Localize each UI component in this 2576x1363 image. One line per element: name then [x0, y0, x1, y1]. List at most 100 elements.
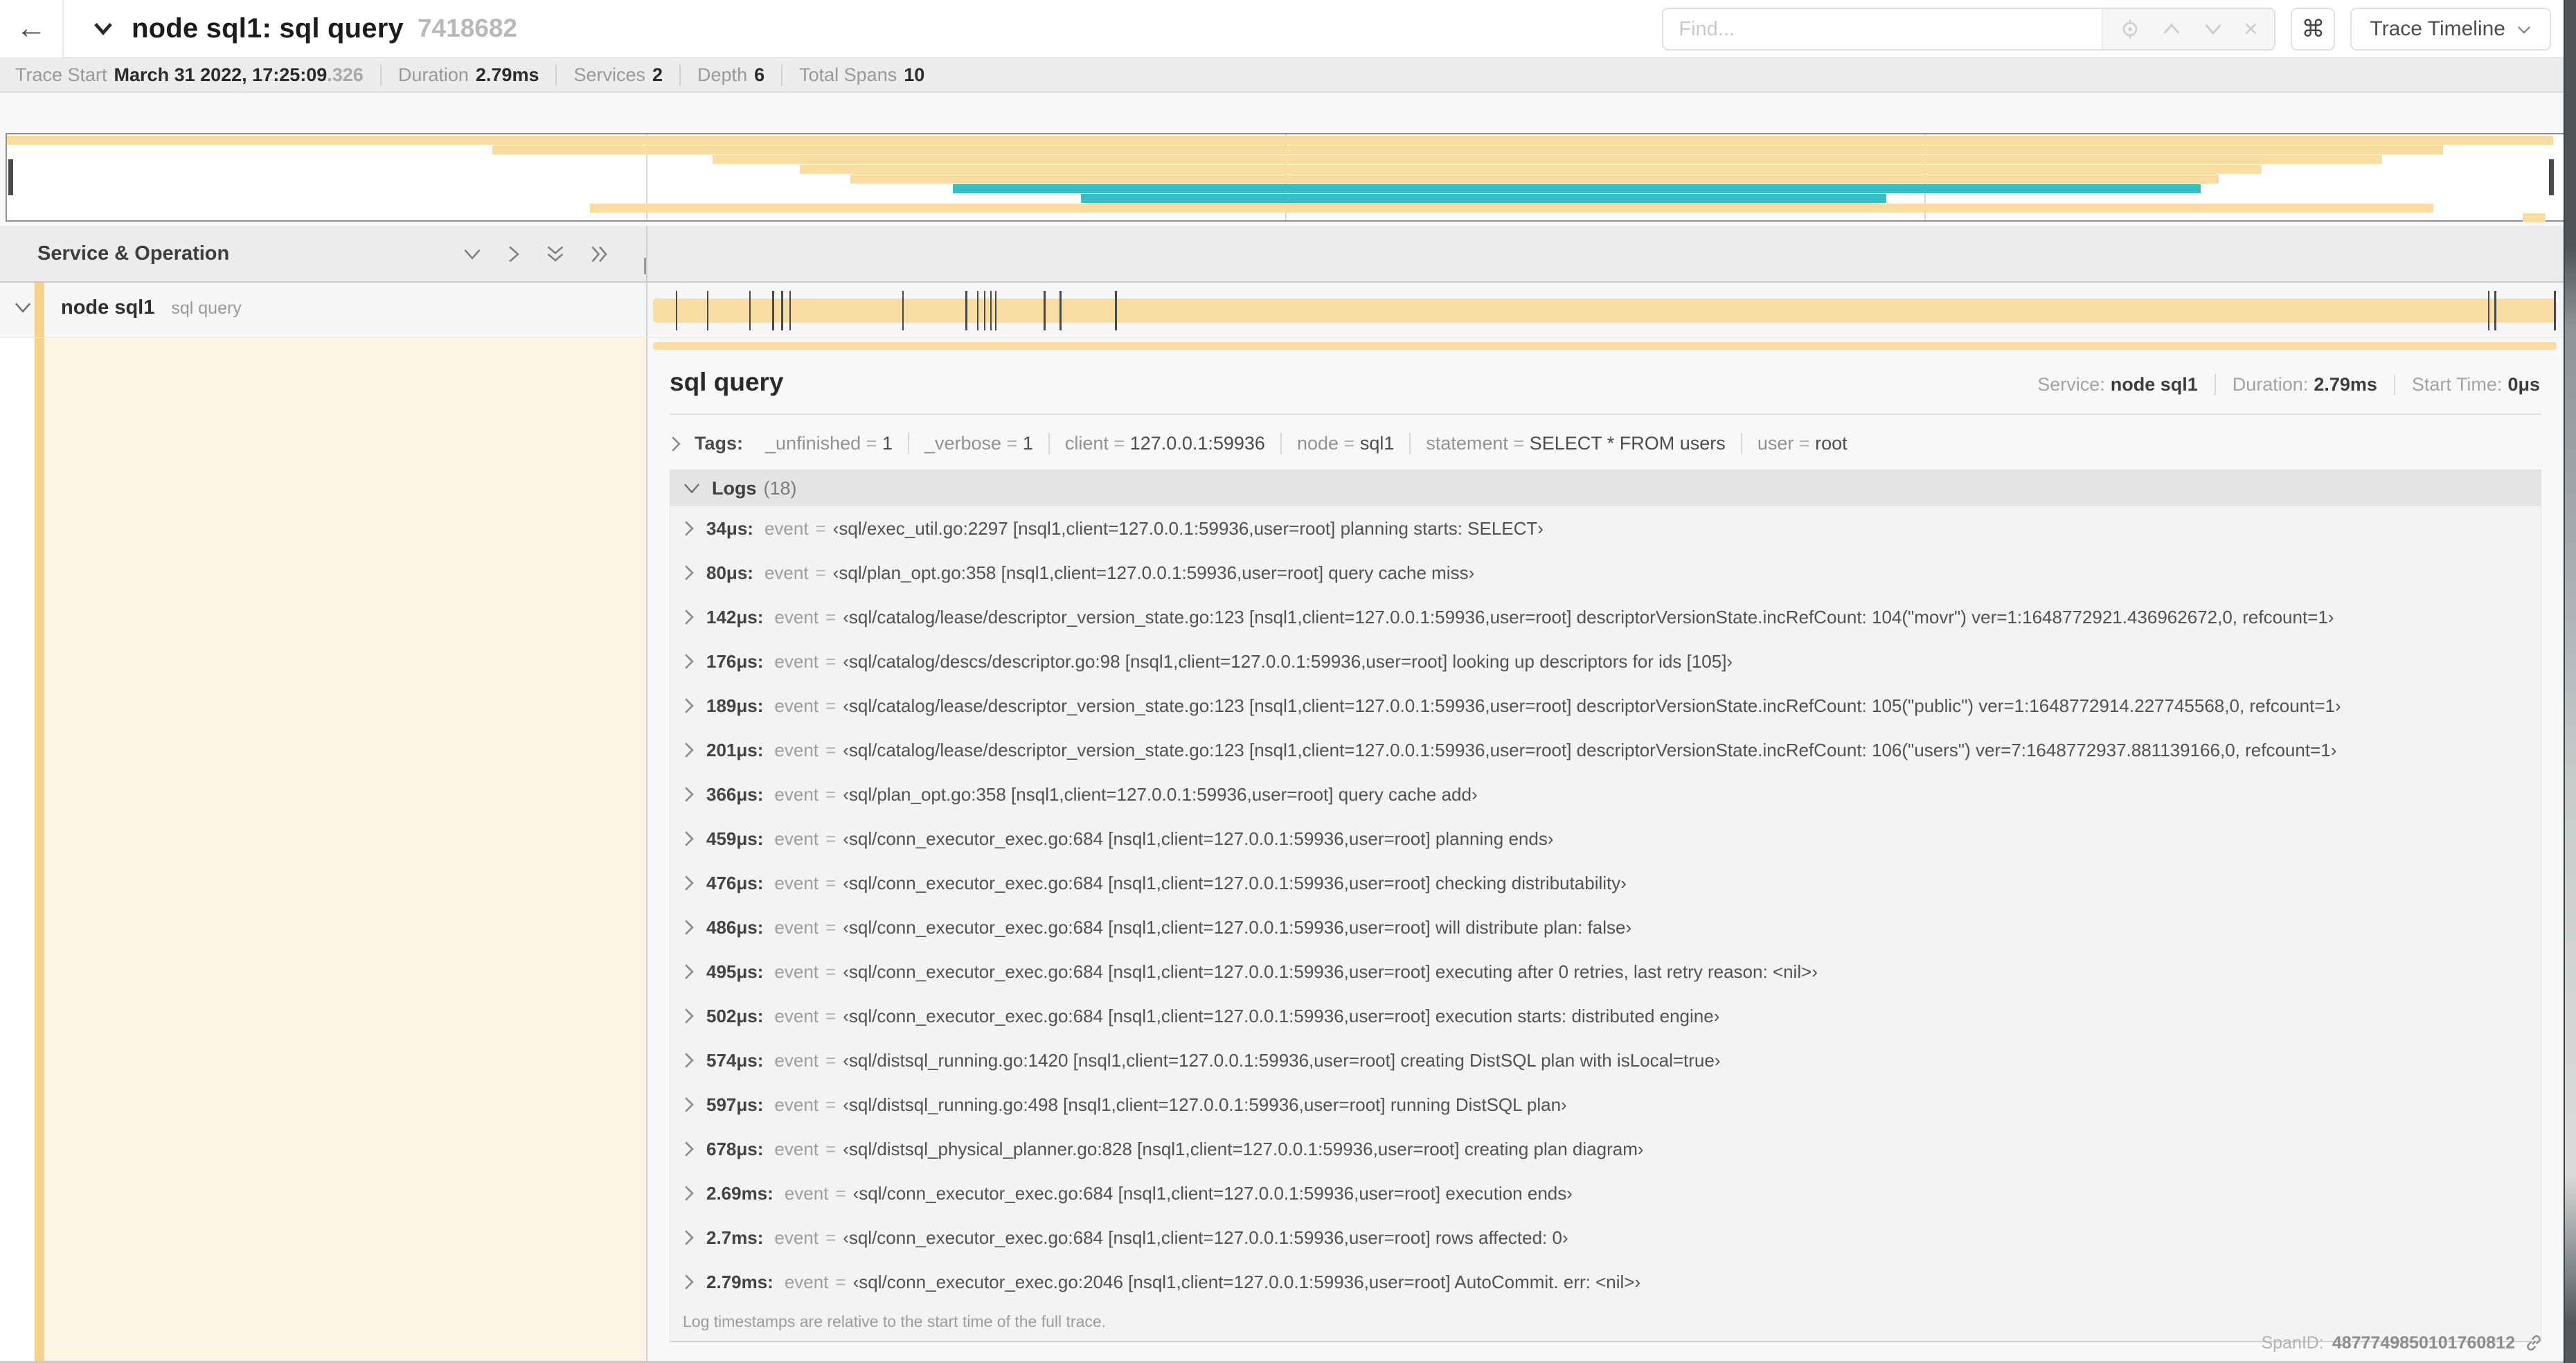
- log-marker-tick: [749, 291, 751, 330]
- minimap-span-bar: [953, 184, 2201, 193]
- log-marker-tick: [675, 291, 678, 330]
- chevron-right-icon[interactable]: [683, 918, 695, 936]
- minimap-span-bar: [1080, 194, 1886, 203]
- detail-meta-item: Service: node sql1: [2021, 374, 2216, 395]
- log-row[interactable]: 486μs: event = ‹sql/conn_executor_exec.g…: [670, 905, 2541, 950]
- minimap-span-bar: [850, 175, 2219, 184]
- span-timeline-cell: [646, 283, 2564, 338]
- log-row[interactable]: 495μs: event = ‹sql/conn_executor_exec.g…: [670, 950, 2541, 994]
- detail-meta-item: Duration: 2.79ms: [2216, 374, 2395, 395]
- chevron-right-icon[interactable]: [683, 963, 695, 981]
- chevron-right-icon[interactable]: [683, 830, 695, 848]
- scrollbar[interactable]: [2564, 0, 2576, 1363]
- tag-item[interactable]: client = 127.0.0.1:59936: [1050, 433, 1282, 454]
- expand-one-icon[interactable]: [506, 244, 521, 265]
- chevron-right-icon[interactable]: [683, 1007, 695, 1025]
- log-marker-tick: [772, 291, 774, 330]
- log-row[interactable]: 574μs: event = ‹sql/distsql_running.go:1…: [670, 1038, 2541, 1083]
- back-button[interactable]: ←: [0, 0, 64, 57]
- trace-title-group[interactable]: node sql1: sql query 7418682: [90, 13, 517, 44]
- log-row[interactable]: 597μs: event = ‹sql/distsql_running.go:4…: [670, 1083, 2541, 1127]
- log-row[interactable]: 80μs: event = ‹sql/plan_opt.go:358 [nsql…: [670, 551, 2541, 595]
- span-duration-bar[interactable]: [653, 291, 2557, 330]
- log-row[interactable]: 459μs: event = ‹sql/conn_executor_exec.g…: [670, 817, 2541, 861]
- chevron-right-icon[interactable]: [683, 1273, 695, 1291]
- match-highlight-icon[interactable]: [2120, 19, 2140, 39]
- log-row[interactable]: 176μs: event = ‹sql/catalog/descs/descri…: [670, 639, 2541, 684]
- log-row[interactable]: 678μs: event = ‹sql/distsql_physical_pla…: [670, 1127, 2541, 1171]
- chevron-right-icon[interactable]: [683, 564, 695, 582]
- chevron-down-icon[interactable]: [90, 15, 116, 42]
- log-marker-tick: [976, 291, 979, 330]
- span-service-name[interactable]: node sql1 sql query: [61, 296, 242, 319]
- log-row[interactable]: 476μs: event = ‹sql/conn_executor_exec.g…: [670, 861, 2541, 905]
- chevron-right-icon[interactable]: [683, 1096, 695, 1114]
- collapse-one-icon[interactable]: [462, 247, 483, 262]
- trace-info-item: Depth 6: [681, 64, 783, 86]
- expand-all-icon[interactable]: [589, 244, 610, 265]
- log-row[interactable]: 2.7ms: event = ‹sql/conn_executor_exec.g…: [670, 1215, 2541, 1260]
- tag-item[interactable]: _unfinished = 1: [750, 433, 909, 454]
- minimap-span-bar: [799, 165, 2262, 174]
- minimap-canvas[interactable]: [6, 133, 2565, 222]
- chevron-right-icon[interactable]: [683, 519, 695, 537]
- log-row[interactable]: 189μs: event = ‹sql/catalog/lease/descri…: [670, 684, 2541, 728]
- log-row[interactable]: 201μs: event = ‹sql/catalog/lease/descri…: [670, 728, 2541, 772]
- tag-item[interactable]: _verbose = 1: [909, 433, 1050, 454]
- chevron-right-icon[interactable]: [683, 1229, 695, 1247]
- chevron-right-icon[interactable]: [683, 1051, 695, 1069]
- chevron-right-icon[interactable]: [683, 741, 695, 759]
- view-selector-label: Trace Timeline: [2370, 17, 2505, 40]
- log-row[interactable]: 2.79ms: event = ‹sql/conn_executor_exec.…: [670, 1260, 2541, 1304]
- span-detail-panel: sql query Service: node sql1 Duration: 2.79…: [646, 338, 2564, 1363]
- log-marker-tick: [1044, 291, 1046, 330]
- link-icon[interactable]: [2523, 1333, 2544, 1353]
- log-marker-tick: [706, 291, 709, 330]
- tag-item[interactable]: node = sql1: [1282, 433, 1411, 454]
- trace-info-item: Services 2: [557, 64, 681, 86]
- span-name-cell[interactable]: node sql1 sql query: [0, 283, 646, 338]
- range-handle-right[interactable]: [2549, 159, 2554, 195]
- trace-info-item: Trace Start March 31 2022, 17:25:09.326: [15, 64, 382, 86]
- prev-match-icon[interactable]: [2161, 21, 2182, 37]
- collapse-all-icon[interactable]: [545, 244, 566, 265]
- tag-item[interactable]: user = root: [1742, 433, 1863, 454]
- chevron-right-icon[interactable]: [683, 1184, 695, 1202]
- chevron-down-icon: [2516, 17, 2532, 41]
- timeline-axis: [646, 226, 2564, 283]
- collapse-controls: [462, 244, 610, 265]
- tag-item[interactable]: statement = SELECT * FROM users: [1411, 433, 1742, 454]
- back-arrow-icon: ←: [16, 11, 46, 45]
- minimap-span-bar: [589, 204, 2433, 213]
- log-row[interactable]: 2.69ms: event = ‹sql/conn_executor_exec.…: [670, 1171, 2541, 1215]
- keyboard-shortcuts-button[interactable]: ⌘: [2291, 8, 2336, 51]
- chevron-down-icon[interactable]: [14, 301, 32, 318]
- chevron-right-icon[interactable]: [683, 785, 695, 803]
- log-row[interactable]: 34μs: event = ‹sql/exec_util.go:2297 [ns…: [670, 506, 2541, 551]
- log-row[interactable]: 142μs: event = ‹sql/catalog/lease/descri…: [670, 595, 2541, 639]
- view-selector-button[interactable]: Trace Timeline: [2350, 8, 2551, 51]
- chevron-right-icon[interactable]: [683, 1140, 695, 1158]
- trace-info-item: Duration 2.79ms: [382, 64, 557, 86]
- chevron-right-icon[interactable]: [670, 435, 682, 453]
- tags-row[interactable]: Tags: _unfinished = 1 _verbose = 1 client …: [670, 433, 2541, 454]
- span-id-label: SpanID:: [2261, 1333, 2324, 1353]
- service-operation-header: Service & Operation: [0, 226, 652, 283]
- chevron-down-icon[interactable]: [683, 481, 701, 495]
- logs-header[interactable]: Logs (18): [670, 470, 2541, 506]
- chevron-right-icon[interactable]: [683, 608, 695, 626]
- span-accent-bar: [653, 342, 2557, 350]
- chevron-right-icon[interactable]: [683, 697, 695, 715]
- clear-find-icon[interactable]: ×: [2244, 17, 2258, 41]
- command-icon: ⌘: [2301, 15, 2325, 43]
- log-marker-tick: [2494, 291, 2496, 330]
- log-row[interactable]: 366μs: event = ‹sql/plan_opt.go:358 [nsq…: [670, 772, 2541, 817]
- log-marker-tick: [781, 291, 783, 330]
- chevron-right-icon[interactable]: [683, 652, 695, 670]
- log-marker-tick: [2487, 291, 2490, 330]
- chevron-right-icon[interactable]: [683, 874, 695, 892]
- log-row[interactable]: 502μs: event = ‹sql/conn_executor_exec.g…: [670, 994, 2541, 1038]
- find-input[interactable]: [1663, 9, 2102, 49]
- next-match-icon[interactable]: [2203, 21, 2224, 37]
- range-handle-left[interactable]: [8, 159, 13, 195]
